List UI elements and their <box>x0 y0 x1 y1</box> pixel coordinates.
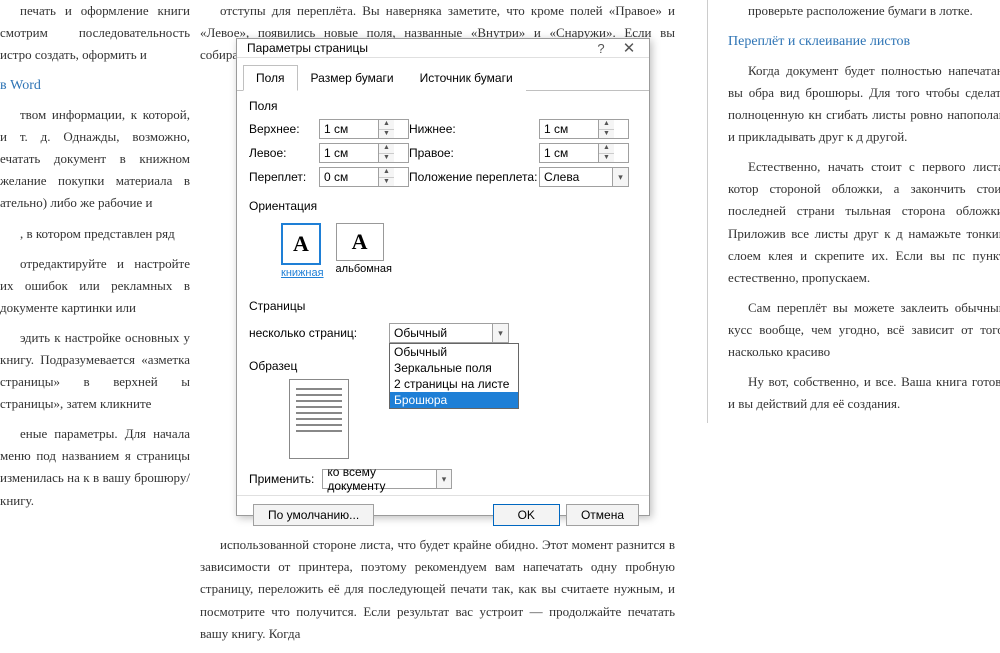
spinner-down-icon: ▼ <box>379 130 394 139</box>
tab-paper-size[interactable]: Размер бумаги <box>298 65 407 91</box>
chevron-down-icon: ▾ <box>492 324 508 342</box>
label-bottom: Нижнее: <box>409 122 539 136</box>
select-multi-pages[interactable]: Обычный▾ Обычный Зеркальные поля 2 стран… <box>389 323 509 343</box>
chevron-down-icon: ▾ <box>612 168 628 186</box>
page-setup-dialog: Параметры страницы ? ✕ Поля Размер бумаг… <box>236 38 650 516</box>
ok-button[interactable]: OK <box>493 504 560 526</box>
input-bottom-margin[interactable]: ▲▼ <box>539 119 629 139</box>
tab-fields[interactable]: Поля <box>243 65 298 91</box>
label-multi-pages: несколько страниц: <box>249 326 379 340</box>
pages-label: Страницы <box>249 299 637 313</box>
dropdown-option[interactable]: Обычный <box>390 344 518 360</box>
input-top-margin[interactable]: ▲▼ <box>319 119 409 139</box>
doc-column-right: проверьте расположение бумаги в лотке. П… <box>707 0 1000 423</box>
dialog-title: Параметры страницы <box>247 41 587 55</box>
cancel-button[interactable]: Отмена <box>566 504 639 526</box>
chevron-down-icon: ▾ <box>436 470 452 488</box>
multi-pages-dropdown: Обычный Зеркальные поля 2 страницы на ли… <box>389 343 519 409</box>
select-gutter-position[interactable]: Слева▾ <box>539 167 629 187</box>
label-top: Верхнее: <box>249 122 319 136</box>
dialog-titlebar: Параметры страницы ? ✕ <box>237 39 649 58</box>
dropdown-option[interactable]: 2 страницы на листе <box>390 376 518 392</box>
tab-paper-source[interactable]: Источник бумаги <box>407 65 526 91</box>
orientation-label: Ориентация <box>249 199 637 213</box>
select-apply-to[interactable]: ко всему документу▾ <box>322 469 452 489</box>
input-left-margin[interactable]: ▲▼ <box>319 143 409 163</box>
label-apply: Применить: <box>249 472 314 486</box>
dropdown-option-selected[interactable]: Брошюра <box>390 392 518 408</box>
label-gutter-pos: Положение переплета: <box>409 170 539 184</box>
input-right-margin[interactable]: ▲▼ <box>539 143 629 163</box>
landscape-icon: A <box>336 223 384 261</box>
dropdown-option[interactable]: Зеркальные поля <box>390 360 518 376</box>
orientation-portrait[interactable]: A книжная <box>281 223 324 279</box>
doc-column-left: печать и оформление книги смотрим послед… <box>0 0 190 520</box>
portrait-icon: A <box>281 223 321 265</box>
label-left: Левое: <box>249 146 319 160</box>
margins-label: Поля <box>249 99 637 113</box>
spinner-up-icon: ▲ <box>379 120 394 130</box>
label-gutter: Переплет: <box>249 170 319 184</box>
input-gutter[interactable]: ▲▼ <box>319 167 409 187</box>
preview-thumbnail <box>289 379 349 459</box>
orientation-landscape[interactable]: A альбомная <box>336 223 392 279</box>
label-right: Правое: <box>409 146 539 160</box>
dialog-tabs: Поля Размер бумаги Источник бумаги <box>237 58 649 91</box>
close-icon[interactable]: ✕ <box>615 39 643 57</box>
help-icon[interactable]: ? <box>587 41 615 56</box>
default-button[interactable]: По умолчанию... <box>253 504 374 526</box>
